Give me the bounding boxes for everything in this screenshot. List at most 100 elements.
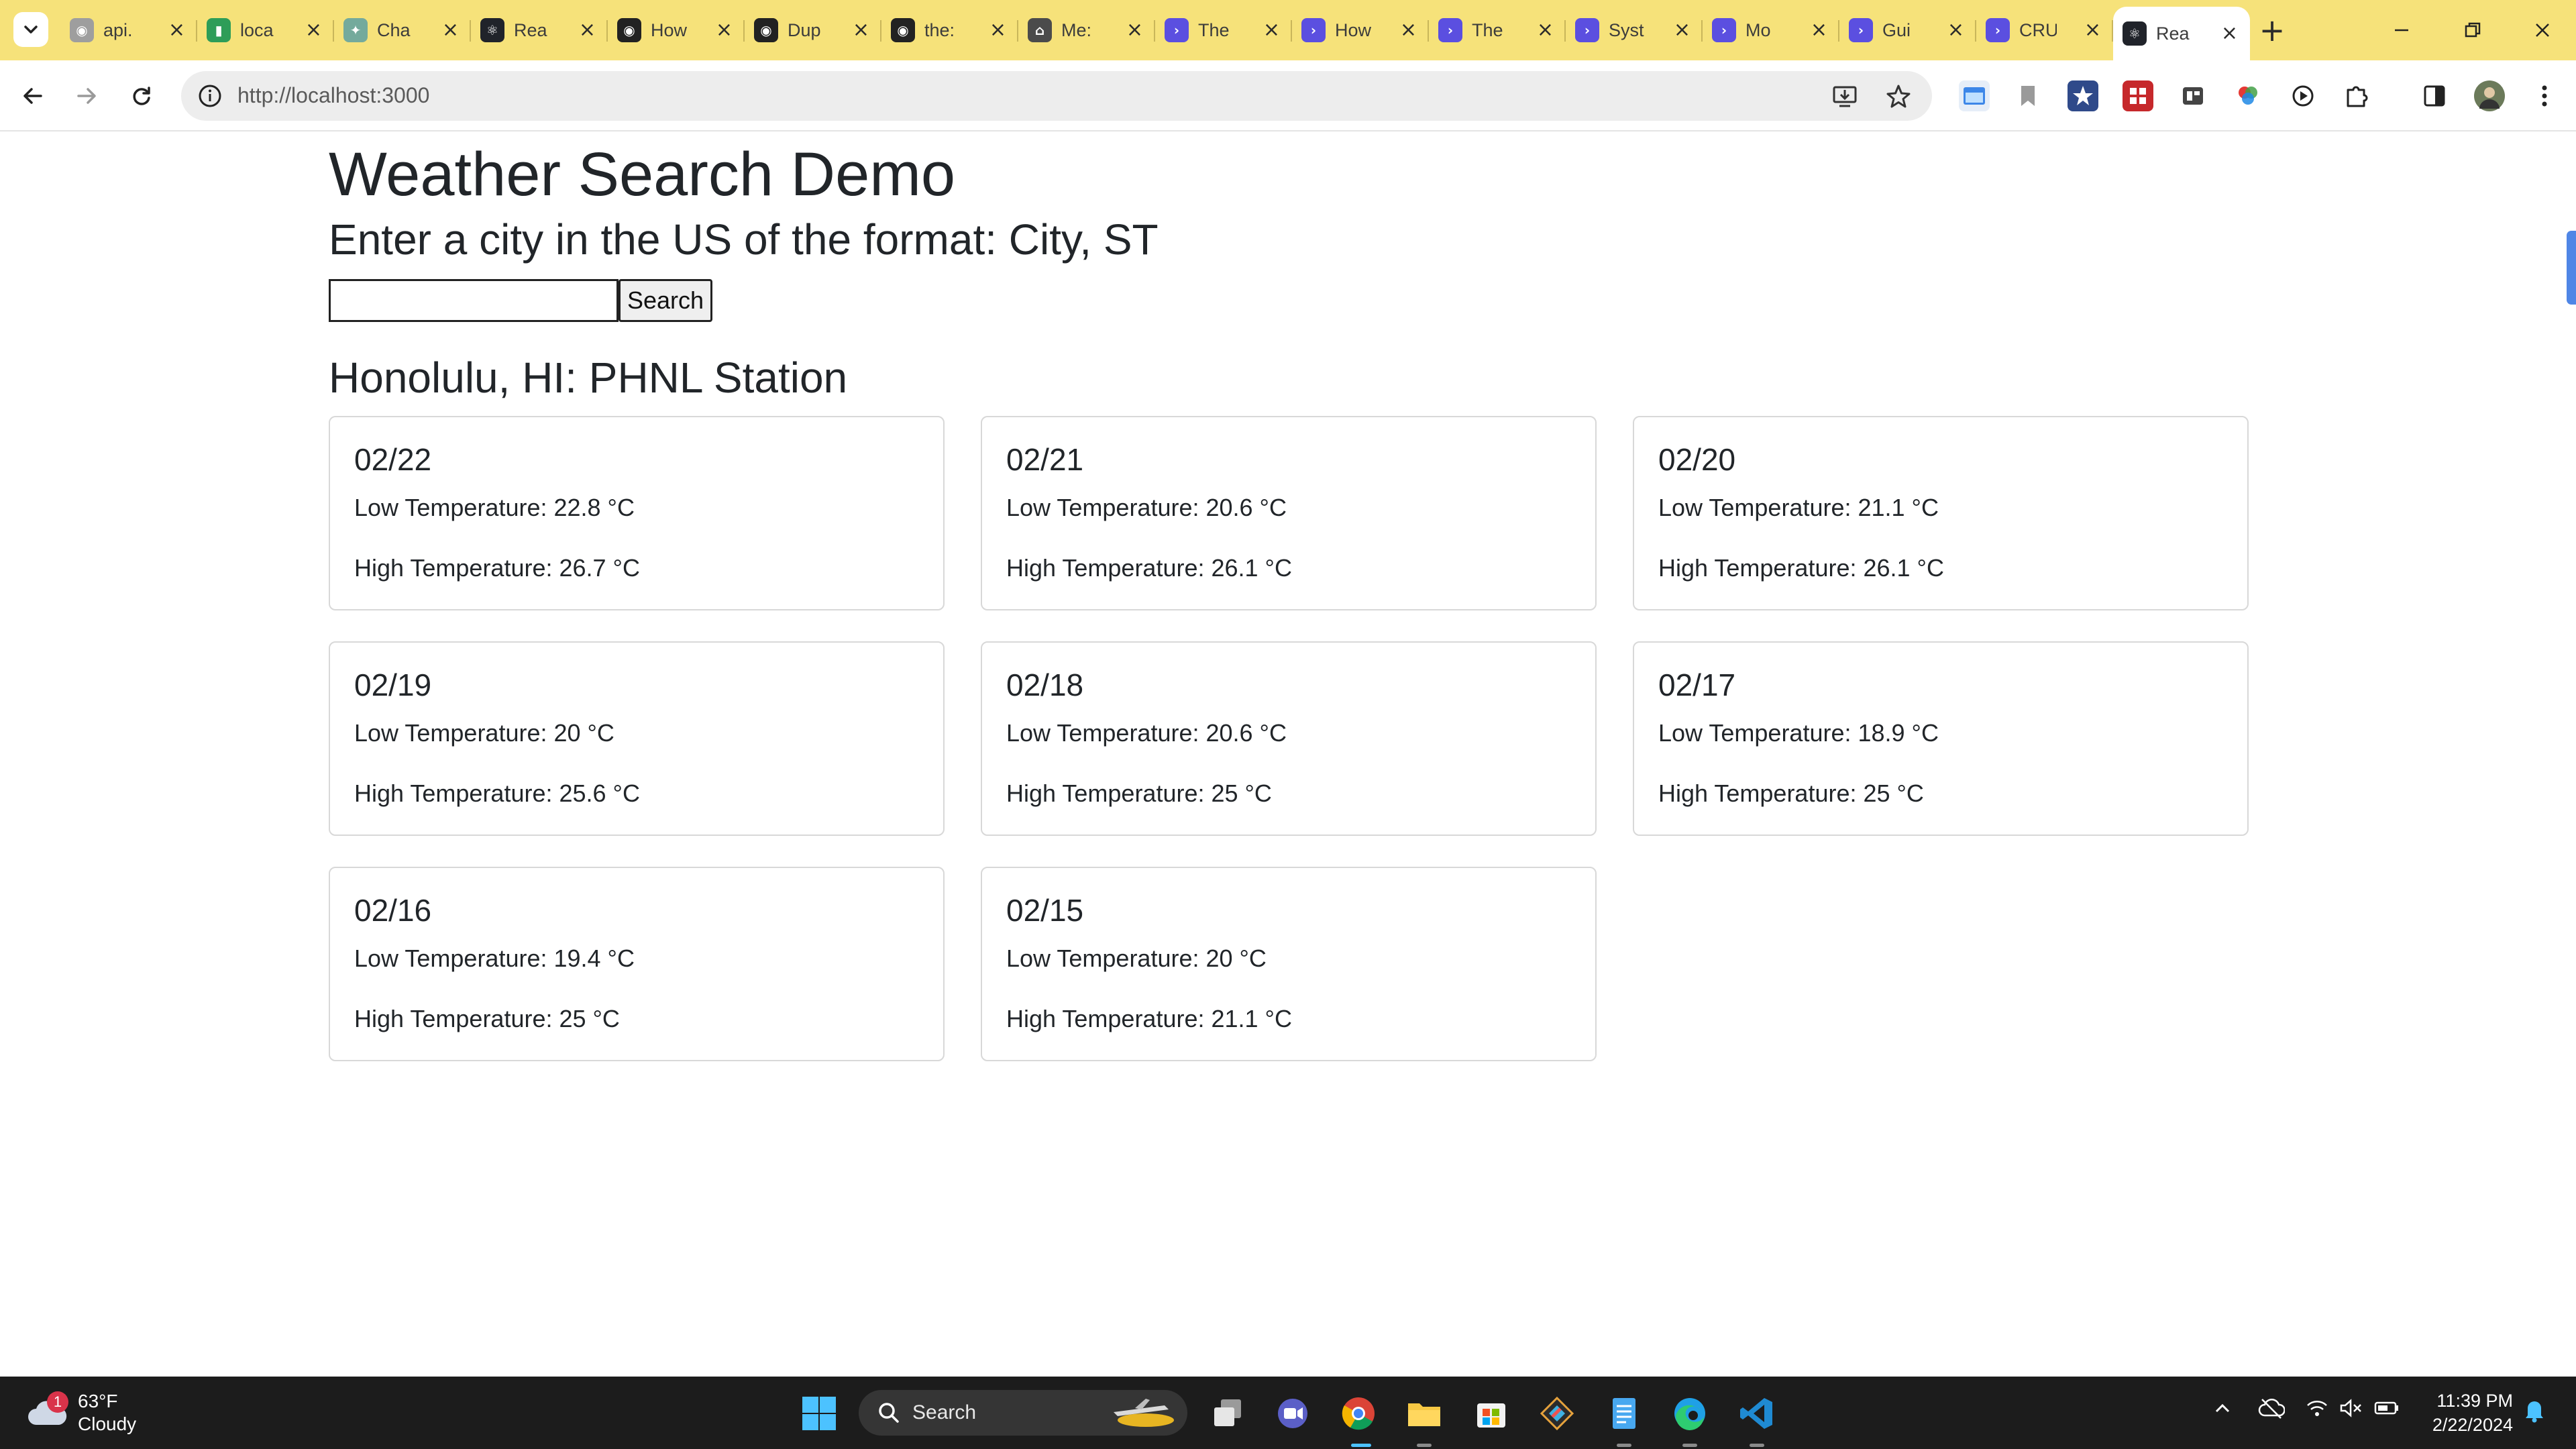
chat-app-button[interactable]	[1273, 1394, 1312, 1433]
close-tab-icon[interactable]: ×	[1947, 20, 1964, 40]
browser-tab[interactable]: ◉ How ×	[608, 9, 745, 51]
close-tab-icon[interactable]: ×	[442, 20, 459, 40]
close-tab-icon[interactable]: ×	[168, 20, 185, 40]
low-temperature: Low Temperature: 21.1 °C	[1658, 494, 1939, 521]
install-app-icon[interactable]	[1831, 83, 1858, 110]
new-tab-button[interactable]: +	[2251, 9, 2293, 51]
tab-strip: ◉ api. × ▮ loca × ✦ Cha × ⚛ Rea × ◉ How × ◉ Dup × ◉ the: × ⌂ M…	[0, 0, 2576, 60]
terminal-icon: ›	[1986, 18, 2010, 42]
reload-button[interactable]	[121, 75, 162, 117]
chrome-taskbar-button[interactable]	[1339, 1394, 1378, 1433]
arrow-right-icon	[77, 88, 96, 104]
file-explorer-button[interactable]	[1405, 1394, 1444, 1433]
bookmark-extension-icon[interactable]	[2012, 80, 2043, 111]
notifications-button[interactable]	[2522, 1397, 2546, 1429]
browser-tab[interactable]: ✦ Cha ×	[334, 9, 471, 51]
side-panel-button[interactable]	[2419, 80, 2450, 111]
red-extension-icon[interactable]	[2123, 80, 2153, 111]
forward-button[interactable]	[66, 75, 107, 117]
close-tab-icon[interactable]: ×	[1400, 20, 1417, 40]
tab-search-button[interactable]	[13, 12, 48, 47]
close-tab-icon[interactable]: ×	[579, 20, 596, 40]
tools-app-button[interactable]	[1538, 1394, 1576, 1433]
browser-tab[interactable]: ◉ api. ×	[60, 9, 197, 51]
forecast-date: 02/20	[1658, 442, 1736, 477]
site-info-icon[interactable]	[196, 82, 224, 110]
browser-tab[interactable]: ◉ Dup ×	[745, 9, 881, 51]
network-status[interactable]	[2305, 1397, 2329, 1425]
close-tab-icon[interactable]: ×	[716, 20, 733, 40]
edge-icon	[1674, 1398, 1705, 1431]
start-button[interactable]	[800, 1394, 839, 1433]
terminal-icon: ›	[1849, 18, 1873, 42]
vscode-button[interactable]	[1737, 1394, 1776, 1433]
weather-widget[interactable]: 1 63°F Cloudy	[27, 1389, 136, 1437]
more-vertical-icon	[2542, 85, 2547, 107]
low-temperature: Low Temperature: 18.9 °C	[1658, 719, 1939, 747]
back-button[interactable]	[12, 75, 54, 117]
extensions-menu-button[interactable]	[2341, 80, 2372, 111]
browser-tab[interactable]: ⌂ Me: ×	[1018, 9, 1155, 51]
minimize-button[interactable]	[2368, 0, 2435, 60]
restore-button[interactable]	[2439, 0, 2506, 60]
volume-status[interactable]	[2339, 1397, 2363, 1425]
cloud-off-icon	[2258, 1399, 2286, 1419]
weather-condition: Cloudy	[78, 1413, 137, 1434]
reader-extension-icon[interactable]	[2178, 80, 2208, 111]
close-tab-icon[interactable]: ×	[853, 20, 869, 40]
extension-icon[interactable]	[1959, 80, 1990, 111]
browser-tab[interactable]: › Mo ×	[1703, 9, 1839, 51]
taskbar-search[interactable]: Search	[859, 1390, 1187, 1436]
high-temperature: High Temperature: 25 °C	[1658, 780, 1924, 807]
book-icon	[2183, 87, 2203, 105]
browser-tab[interactable]: › Gui ×	[1839, 9, 1976, 51]
close-icon	[2536, 23, 2549, 37]
browser-tab[interactable]: › Syst ×	[1566, 9, 1703, 51]
openai-icon: ✦	[343, 18, 368, 42]
color-extension-icon[interactable]	[2233, 80, 2263, 111]
profile-avatar[interactable]	[2474, 80, 2505, 111]
url-text: http://localhost:3000	[237, 83, 430, 107]
close-tab-icon[interactable]: ×	[1811, 20, 1827, 40]
battery-status[interactable]	[2373, 1397, 2400, 1425]
address-bar[interactable]: http://localhost:3000	[181, 71, 1932, 121]
browser-tab[interactable]: ⚛ Rea ×	[471, 9, 608, 51]
close-tab-icon[interactable]: ×	[1537, 20, 1554, 40]
browser-menu-button[interactable]	[2529, 80, 2560, 111]
browser-tab[interactable]: ◉ the: ×	[881, 9, 1018, 51]
close-tab-icon[interactable]: ×	[1126, 20, 1143, 40]
task-view-icon	[1214, 1399, 1241, 1426]
show-hidden-icons-button[interactable]	[2211, 1397, 2234, 1425]
search-button[interactable]: Search	[619, 279, 712, 322]
scrollbar-thumb[interactable]	[2567, 231, 2576, 305]
task-view-button[interactable]	[1209, 1394, 1248, 1433]
react-icon: ⚛	[2123, 21, 2147, 46]
close-window-button[interactable]	[2509, 0, 2576, 60]
star-extension-icon[interactable]	[2068, 80, 2098, 111]
browser-tab[interactable]: › The ×	[1429, 9, 1566, 51]
chevron-up-icon	[2215, 1403, 2230, 1413]
close-tab-icon[interactable]: ×	[2221, 23, 2238, 44]
media-extension-icon[interactable]	[2288, 80, 2318, 111]
browser-tab[interactable]: › CRU ×	[1976, 9, 2113, 51]
close-tab-icon[interactable]: ×	[989, 20, 1006, 40]
browser-tab[interactable]: › The ×	[1155, 9, 1292, 51]
high-temperature: High Temperature: 25 °C	[1006, 780, 1272, 807]
browser-tab[interactable]: › How ×	[1292, 9, 1429, 51]
edge-button[interactable]	[1670, 1394, 1709, 1433]
cloud-sync-status[interactable]	[2258, 1397, 2286, 1425]
browser-tab[interactable]: ▮ loca ×	[197, 9, 334, 51]
tab-title: How	[1335, 19, 1372, 40]
close-tab-icon[interactable]: ×	[1674, 20, 1690, 40]
system-clock[interactable]: 11:39 PM 2/22/2024	[2415, 1389, 2513, 1437]
close-tab-icon[interactable]: ×	[305, 20, 322, 40]
browser-tab[interactable]: ⚛ Rea ×	[2113, 7, 2250, 60]
bookmark-star-icon[interactable]	[1885, 83, 1912, 110]
github-icon: ◉	[891, 18, 915, 42]
notepad-button[interactable]	[1605, 1394, 1644, 1433]
close-tab-icon[interactable]: ×	[1263, 20, 1280, 40]
store-button[interactable]	[1472, 1394, 1511, 1433]
city-search-input[interactable]	[329, 279, 619, 322]
close-tab-icon[interactable]: ×	[2084, 20, 2101, 40]
forecast-card: 02/21 Low Temperature: 20.6 °C High Temper…	[981, 416, 1597, 610]
